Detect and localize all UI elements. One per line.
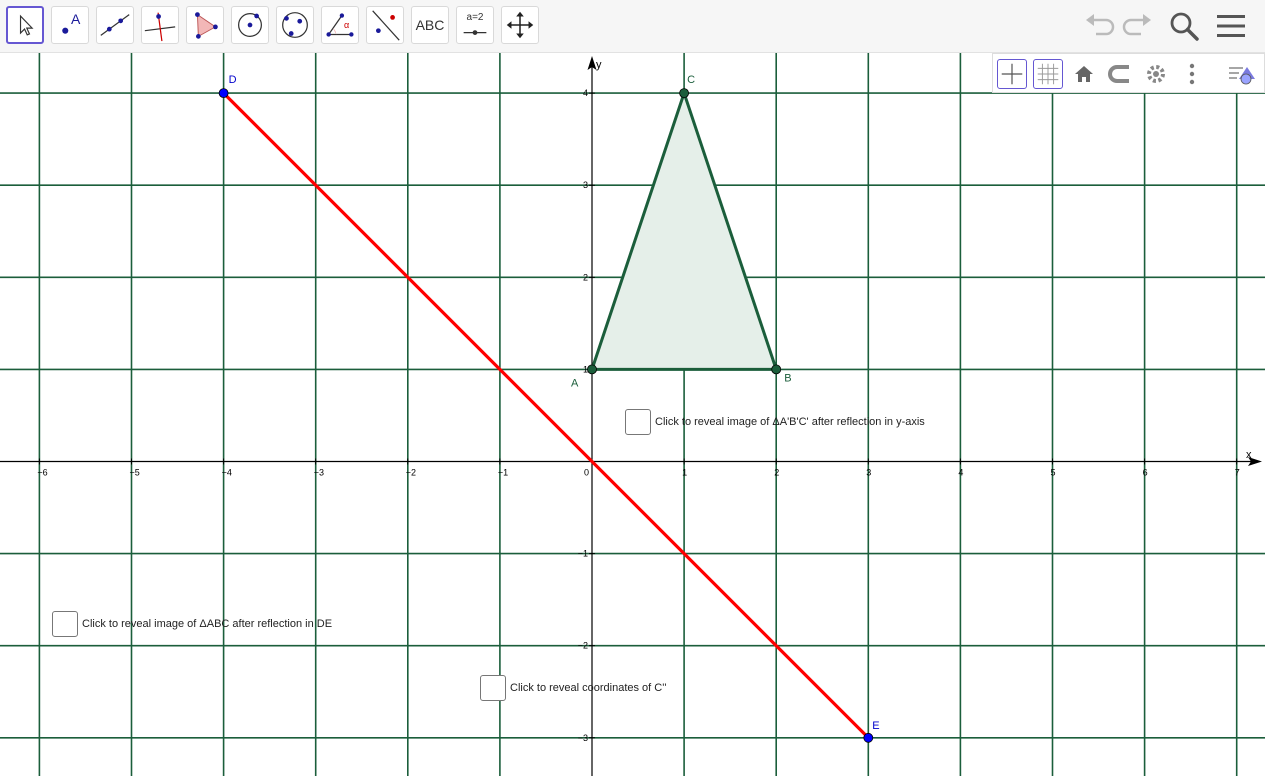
circle-center-tool-button[interactable]: [231, 6, 269, 44]
circle-three-points-tool-button[interactable]: [276, 6, 314, 44]
menu-icon: [1217, 15, 1245, 37]
redo-icon: [1122, 14, 1151, 36]
checkbox-reflect-y-axis[interactable]: Click to reveal image of ΔA'B'C' after r…: [625, 409, 925, 435]
redo-button[interactable]: [1119, 8, 1155, 44]
move-tool-button[interactable]: [6, 6, 44, 44]
settings-gear-icon: [1147, 65, 1165, 83]
y-tick-label: 4: [583, 88, 588, 98]
checkbox-box[interactable]: [625, 409, 651, 435]
search-button[interactable]: [1166, 8, 1202, 44]
style-bar-toggle-icon: [1229, 67, 1255, 85]
point-a[interactable]: [587, 364, 597, 375]
point-tool-button[interactable]: A: [51, 6, 89, 44]
toolbar: A α ABC a=2: [0, 0, 1265, 53]
point-label-d: D: [229, 74, 237, 86]
home-icon: [1075, 66, 1093, 82]
reflect-tool-button[interactable]: [366, 6, 404, 44]
point-capturing-button[interactable]: [1105, 59, 1135, 89]
arrow-cursor-icon: [19, 14, 34, 36]
angle-icon: [326, 13, 354, 37]
grid-toggle-button[interactable]: [1033, 59, 1063, 89]
search-icon: [1170, 12, 1199, 41]
checkbox-coordinates-c[interactable]: Click to reveal coordinates of C'': [480, 675, 666, 701]
checkbox-label: Click to reveal coordinates of C'': [510, 682, 667, 694]
x-tick-label: 4: [958, 468, 963, 478]
slider-icon-label: a=2: [466, 12, 484, 23]
x-tick-label: 2: [774, 468, 779, 478]
y-tick-label: −2: [578, 641, 588, 651]
x-tick-label: 6: [1143, 468, 1148, 478]
y-axis-label: y: [596, 59, 602, 71]
settings-button[interactable]: [1141, 59, 1171, 89]
axes-toggle-icon: [1001, 63, 1023, 85]
point-icon: [62, 27, 69, 34]
standard-view-button[interactable]: [1069, 59, 1099, 89]
angle-tool-label: α: [344, 20, 350, 30]
undo-button[interactable]: [1082, 8, 1118, 44]
x-tick-label: −2: [406, 468, 416, 478]
y-tick-label: 3: [583, 180, 588, 190]
point-e[interactable]: [863, 732, 874, 743]
checkbox-box[interactable]: [480, 675, 506, 701]
point-d[interactable]: [218, 88, 229, 98]
x-axis-label: x: [1246, 449, 1252, 461]
checkbox-label: Click to reveal image of ΔA'B'C' after r…: [655, 416, 925, 428]
x-tick-label: 7: [1235, 468, 1240, 478]
graphics-style-bar: [992, 53, 1265, 93]
y-tick-label: −1: [578, 549, 588, 559]
point-label-a: A: [571, 377, 579, 389]
perpendicular-line-tool-button[interactable]: [141, 6, 179, 44]
y-tick-label: 2: [583, 272, 588, 282]
point-tool-label: A: [71, 11, 81, 27]
x-tick-label: −5: [130, 468, 140, 478]
x-tick-label: −3: [314, 468, 324, 478]
polygon-icon: [195, 12, 218, 39]
x-tick-label: 1: [682, 468, 687, 478]
x-tick-label: −6: [37, 468, 47, 478]
grid-toggle-icon: [1037, 63, 1059, 85]
point-capturing-icon: [1108, 65, 1129, 83]
reflect-icon: [372, 10, 400, 41]
x-tick-label: 3: [866, 468, 871, 478]
move-graphics-view-icon: [506, 11, 534, 39]
triangle-abc[interactable]: [590, 91, 778, 371]
checkbox-box[interactable]: [52, 611, 78, 637]
y-tick-label: −3: [578, 733, 588, 743]
line-through-points-icon: [100, 14, 130, 36]
x-tick-label: 5: [1051, 468, 1056, 478]
line-tool-button[interactable]: [96, 6, 134, 44]
angle-tool-button[interactable]: α: [321, 6, 359, 44]
x-tick-label: 0: [584, 468, 589, 478]
axes-toggle-button[interactable]: [997, 59, 1027, 89]
more-vertical-icon: [1189, 63, 1195, 85]
text-icon: ABC: [415, 17, 445, 33]
move-view-tool-button[interactable]: [501, 6, 539, 44]
circle-three-points-icon: [282, 12, 308, 38]
undo-icon: [1086, 14, 1115, 36]
point-label-b: B: [784, 372, 791, 384]
point-label-c: C: [687, 74, 695, 86]
x-tick-label: −4: [222, 468, 232, 478]
circle-center-icon: [238, 13, 262, 37]
style-bar-toggle-button[interactable]: [1225, 59, 1261, 89]
main-menu-button[interactable]: [1213, 8, 1249, 44]
polygon-tool-button[interactable]: [186, 6, 224, 44]
checkbox-reflect-de[interactable]: Click to reveal image of ΔABC after refl…: [52, 611, 332, 637]
text-tool-button[interactable]: ABC: [411, 6, 449, 44]
perpendicular-line-icon: [144, 12, 176, 42]
more-options-button[interactable]: [1177, 59, 1207, 89]
point-label-e: E: [872, 720, 879, 732]
point-b[interactable]: [771, 364, 782, 375]
x-tick-label: −1: [498, 468, 508, 478]
slider-tool-button[interactable]: a=2: [456, 6, 494, 44]
point-c[interactable]: [679, 88, 689, 98]
checkbox-label: Click to reveal image of ΔABC after refl…: [82, 618, 333, 630]
